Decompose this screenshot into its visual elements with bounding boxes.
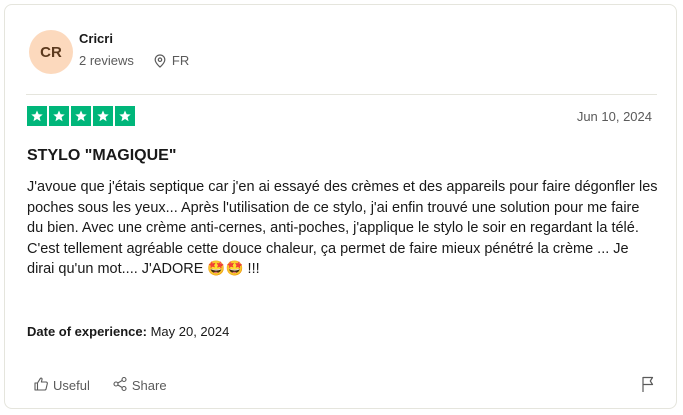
star-icon <box>71 106 91 126</box>
reviewer-meta: 2 reviews FR <box>79 53 189 68</box>
location-pin-icon <box>154 53 166 68</box>
review-actions: Useful Share <box>33 376 167 395</box>
review-date: Jun 10, 2024 <box>576 109 652 124</box>
review-body: J'avoue que j'étais septique car j'en ai… <box>27 179 658 278</box>
reviewer-name[interactable]: Cricri <box>79 31 113 46</box>
thumbs-up-icon <box>33 376 49 395</box>
useful-button[interactable]: Useful <box>33 376 90 395</box>
useful-label: Useful <box>53 378 90 393</box>
share-icon <box>112 376 128 395</box>
experience-label: Date of experience: <box>27 324 147 339</box>
reviews-count: 2 reviews <box>79 53 134 68</box>
star-icon <box>49 106 69 126</box>
share-button[interactable]: Share <box>112 376 167 395</box>
reviewer-country: FR <box>171 53 190 68</box>
date-of-experience: Date of experience: May 20, 2024 <box>27 324 229 339</box>
star-icon <box>93 106 113 126</box>
flag-icon[interactable] <box>640 375 656 398</box>
divider <box>26 94 657 95</box>
share-label: Share <box>131 378 167 393</box>
review-card: CR Cricri 2 reviews FR Jun 10, 2024 STYL… <box>4 4 677 409</box>
avatar[interactable]: CR <box>29 30 73 74</box>
review-title[interactable]: STYLO "MAGIQUE" <box>27 147 176 165</box>
star-rating <box>27 106 135 126</box>
star-icon <box>27 106 47 126</box>
star-icon <box>115 106 135 126</box>
experience-date: May 20, 2024 <box>150 324 230 339</box>
